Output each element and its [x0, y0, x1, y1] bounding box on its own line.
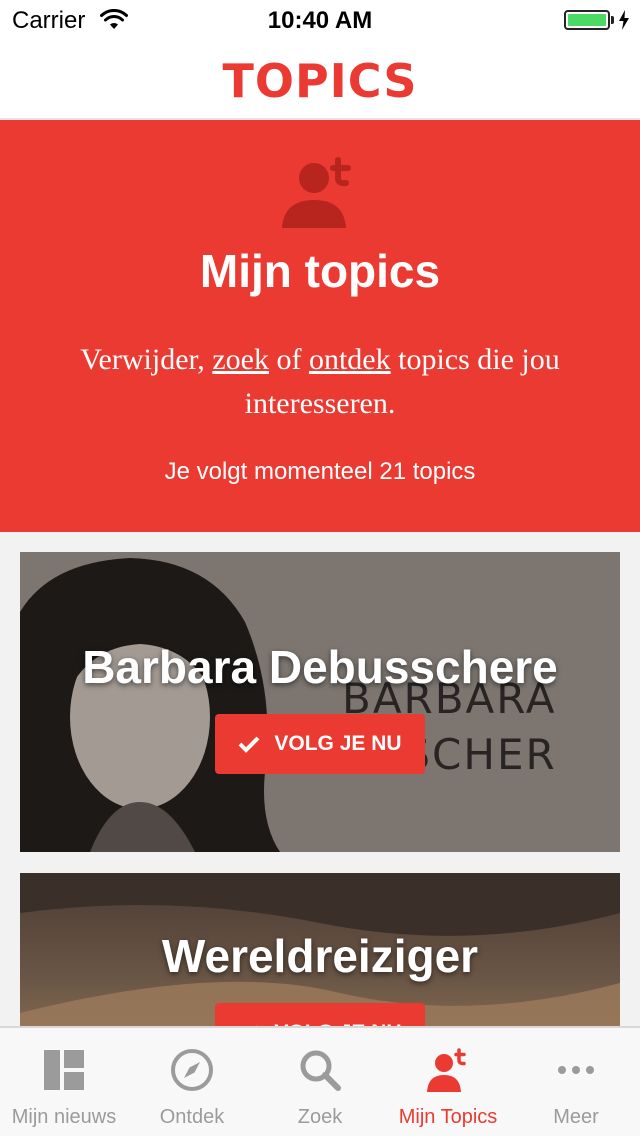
- topics-logo[interactable]: TOPICS: [0, 54, 640, 108]
- tab-zoek[interactable]: Zoek: [256, 1028, 384, 1136]
- tab-label: Zoek: [297, 1106, 343, 1128]
- compass-icon: [171, 1049, 213, 1091]
- status-time: 10:40 AM: [267, 7, 373, 34]
- tab-meer[interactable]: Meer: [512, 1028, 640, 1136]
- follow-button-label: VOLG JE NU: [274, 732, 402, 755]
- topic-card[interactable]: BARBARA USSCHER Barbara Debusschere VOLG…: [20, 552, 620, 852]
- topic-count: Je volgt momenteel 21 topics: [164, 458, 476, 485]
- description-text: Verwijder,: [80, 343, 213, 376]
- search-link[interactable]: zoek: [212, 343, 269, 376]
- tab-mijn-topics[interactable]: Mijn Topics: [384, 1028, 512, 1136]
- person-topic-icon: [427, 1048, 466, 1092]
- discover-link[interactable]: ontdek: [309, 343, 391, 376]
- hero-description: Verwijder, zoek of ontdek topics die jou…: [60, 338, 580, 426]
- topic-title: Barbara Debusschere: [82, 641, 558, 693]
- description-text: of: [268, 343, 309, 376]
- dashboard-icon: [44, 1050, 84, 1090]
- battery-tip: [611, 16, 614, 24]
- tab-bar: Mijn nieuws Ontdek Zoek Mijn Topics Meer: [0, 1026, 640, 1136]
- tab-label: Mijn nieuws: [11, 1106, 117, 1128]
- tab-label: Mijn Topics: [398, 1106, 498, 1128]
- more-icon: [558, 1066, 594, 1074]
- page-title: Mijn topics: [199, 245, 441, 297]
- hero-section: Mijn topics Verwijder, zoek of ontdek to…: [0, 120, 640, 532]
- nav-header: TOPICS: [0, 40, 640, 120]
- tab-mijn-nieuws[interactable]: Mijn nieuws: [0, 1028, 128, 1136]
- tab-ontdek[interactable]: Ontdek: [128, 1028, 256, 1136]
- status-bar: Carrier 10:40 AM: [0, 0, 640, 40]
- check-icon: [238, 736, 260, 753]
- charging-bolt-icon: [619, 10, 629, 30]
- battery-icon: [564, 10, 610, 30]
- topic-title: Wereldreiziger: [161, 930, 479, 982]
- tab-label: Meer: [553, 1106, 599, 1128]
- person-topic-icon: [282, 157, 351, 228]
- search-icon: [300, 1050, 341, 1091]
- follow-button[interactable]: VOLG JE NU: [215, 714, 425, 774]
- tab-label: Ontdek: [159, 1106, 225, 1128]
